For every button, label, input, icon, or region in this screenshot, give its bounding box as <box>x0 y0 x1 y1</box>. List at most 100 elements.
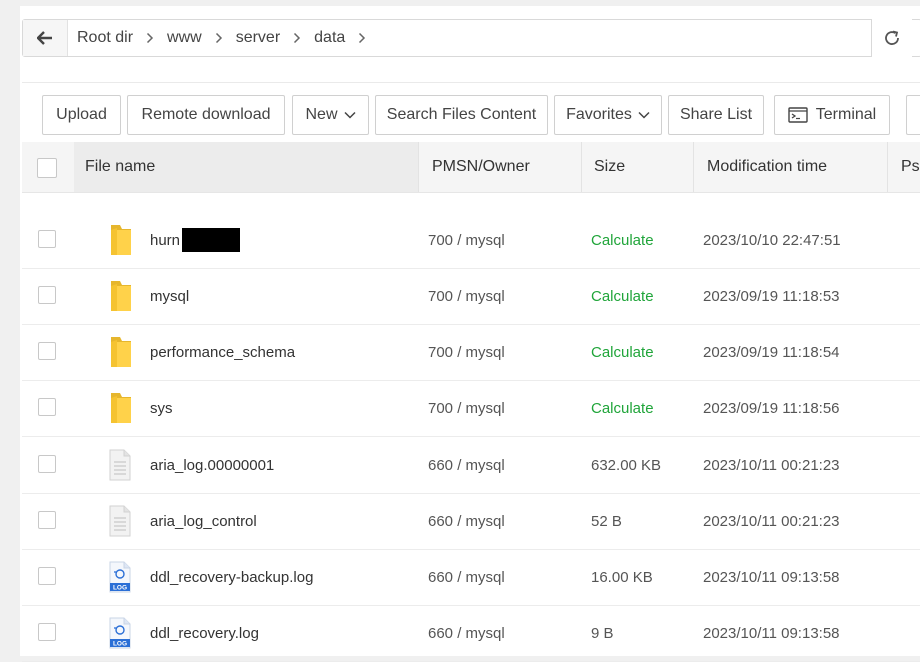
new-dropdown-button[interactable]: New <box>292 95 369 135</box>
chevron-down-icon <box>343 111 356 119</box>
column-header-size[interactable]: Size <box>581 142 693 192</box>
new-button-label: New <box>305 106 338 123</box>
permission-owner[interactable]: 700 / mysql <box>428 324 505 380</box>
row-checkbox[interactable] <box>38 511 56 529</box>
toolbar-divider <box>22 82 920 83</box>
permission-owner[interactable]: 660 / mysql <box>428 549 505 605</box>
permission-owner[interactable]: 700 / mysql <box>428 268 505 324</box>
calculate-size-link[interactable]: Calculate <box>591 212 654 268</box>
table-row[interactable]: LOG ddl_recovery-backup.log 660 / mysql 16.… <box>22 549 920 606</box>
row-checkbox[interactable] <box>38 455 56 473</box>
log-badge-text: LOG <box>113 585 127 592</box>
folder-icon <box>108 380 134 436</box>
row-checkbox[interactable] <box>38 286 56 304</box>
chevron-down-icon <box>638 111 650 119</box>
back-button[interactable] <box>23 20 68 56</box>
modification-time: 2023/09/19 11:18:54 <box>703 343 840 361</box>
row-checkbox[interactable] <box>38 342 56 360</box>
terminal-button-label: Terminal <box>815 106 877 123</box>
column-header-file-name[interactable]: File name <box>74 142 418 192</box>
folder-icon <box>108 212 134 268</box>
calculate-size-link[interactable]: Calculate <box>591 324 654 380</box>
column-header-permissions[interactable]: PMSN/Owner <box>418 142 581 192</box>
table-row[interactable]: sys 700 / mysql Calculate 2023/09/19 11:18:… <box>22 380 920 437</box>
breadcrumb-item-server[interactable]: server <box>236 29 280 47</box>
upload-button[interactable]: Upload <box>42 95 121 135</box>
calculate-size-link[interactable]: Calculate <box>591 380 654 436</box>
remote-download-button[interactable]: Remote download <box>127 95 285 135</box>
permission-owner[interactable]: 700 / mysql <box>428 380 505 436</box>
modification-time: 2023/10/11 09:13:58 <box>703 624 840 642</box>
file-name-link[interactable]: aria_log_control <box>150 493 257 549</box>
file-name-text: hurn <box>150 231 181 249</box>
permission-owner[interactable]: 700 / mysql <box>428 212 505 268</box>
file-name-link[interactable]: performance_schema <box>150 324 295 380</box>
chevron-right-icon <box>293 32 301 44</box>
favorites-dropdown-button[interactable]: Favorites <box>554 95 662 135</box>
table-row[interactable]: hurn 700 / mysql Calculate 2023/10/10 22:47… <box>22 212 920 269</box>
row-checkbox[interactable] <box>38 398 56 416</box>
breadcrumb-item-www[interactable]: www <box>167 29 202 47</box>
header-size-label: Size <box>594 158 626 175</box>
select-all-checkbox[interactable] <box>37 158 57 178</box>
file-name-link[interactable]: aria_log.00000001 <box>150 437 274 493</box>
upload-button-label: Upload <box>56 106 107 123</box>
favorites-button-label: Favorites <box>566 106 632 123</box>
log-badge-text: LOG <box>113 641 127 648</box>
modification-time: 2023/09/19 11:18:53 <box>703 287 840 305</box>
file-size: 632.00 KB <box>591 456 662 474</box>
permission-owner[interactable]: 660 / mysql <box>428 493 505 549</box>
permission-owner[interactable]: 660 / mysql <box>428 605 505 661</box>
search-files-content-button[interactable]: Search Files Content <box>375 95 548 135</box>
calculate-size-link[interactable]: Calculate <box>591 268 654 324</box>
log-file-icon: LOG <box>108 605 132 661</box>
modification-time: 2023/10/10 22:47:51 <box>703 231 841 249</box>
share-list-label: Share List <box>679 106 753 123</box>
refresh-button[interactable] <box>871 19 912 57</box>
terminal-button[interactable]: Terminal <box>774 95 890 135</box>
table-row[interactable]: mysql 700 / mysql Calculate 2023/09/19 11:1… <box>22 268 920 325</box>
header-permissions-label: PMSN/Owner <box>432 158 530 175</box>
remote-download-label: Remote download <box>141 106 271 123</box>
column-header-modification-time[interactable]: Modification time <box>693 142 887 192</box>
row-checkbox[interactable] <box>38 623 56 641</box>
column-header-ps[interactable]: Ps <box>887 142 920 192</box>
table-row[interactable]: aria_log.00000001 660 / mysql 632.00 KB 202… <box>22 437 920 494</box>
header-ps-label: Ps <box>901 158 920 175</box>
log-file-icon: LOG <box>108 549 132 605</box>
file-name-text: ddl_recovery-backup.log <box>150 568 314 586</box>
file-size: 16.00 KB <box>591 568 653 586</box>
file-name-link[interactable]: ddl_recovery-backup.log <box>150 549 313 605</box>
file-name-text: aria_log_control <box>150 512 257 530</box>
table-row[interactable]: performance_schema 700 / mysql Calculate 20… <box>22 324 920 381</box>
chevron-right-icon <box>146 32 154 44</box>
folder-icon <box>108 324 134 380</box>
file-name-text: performance_schema <box>150 343 296 361</box>
file-name-text: mysql <box>150 287 190 305</box>
row-checkbox[interactable] <box>38 567 56 585</box>
breadcrumb-item-data[interactable]: data <box>314 29 345 47</box>
table-row[interactable]: LOG ddl_recovery.log 660 / mysql 9 B 2023/10… <box>22 605 920 662</box>
file-name-link[interactable]: mysql <box>150 268 189 324</box>
file-name-link[interactable]: ddl_recovery.log <box>150 605 259 661</box>
table-row[interactable]: aria_log_control 660 / mysql 52 B 2023/10/1… <box>22 493 920 550</box>
file-table-header: File name PMSN/Owner Size Modification t… <box>22 142 920 193</box>
redaction-box <box>182 228 241 252</box>
search-files-content-label: Search Files Content <box>386 106 537 123</box>
file-name-link[interactable]: hurn <box>150 212 241 268</box>
row-checkbox[interactable] <box>38 230 56 248</box>
file-name-link[interactable]: sys <box>150 380 173 436</box>
folder-icon <box>108 268 134 324</box>
file-icon <box>108 493 132 549</box>
breadcrumb-item-root[interactable]: Root dir <box>77 29 133 47</box>
file-name-text: aria_log.00000001 <box>150 456 275 474</box>
file-name-text: sys <box>150 399 173 417</box>
header-file-name-label: File name <box>85 158 156 175</box>
breadcrumb: Root dir www server data <box>77 20 379 56</box>
refresh-icon <box>885 30 899 45</box>
file-icon <box>108 437 132 493</box>
permission-owner[interactable]: 660 / mysql <box>428 437 505 493</box>
more-toolbar-button[interactable] <box>906 95 920 135</box>
share-list-button[interactable]: Share List <box>668 95 764 135</box>
file-size: 9 B <box>591 624 614 642</box>
